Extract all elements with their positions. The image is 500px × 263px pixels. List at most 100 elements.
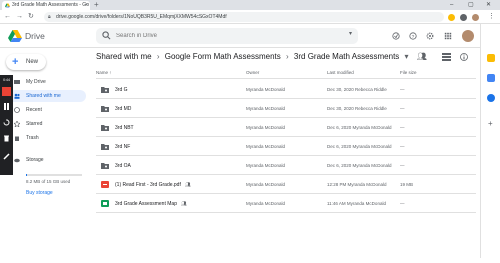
shared-people-icon[interactable]: 👥︎ (417, 48, 427, 66)
app-name[interactable]: Drive (25, 31, 45, 41)
search-bar[interactable]: ▾ (96, 28, 358, 44)
back-icon[interactable]: ← (4, 12, 11, 22)
record-stop-icon[interactable] (2, 87, 11, 96)
browser-tab-bar: 3rd Grade Math Assessments - Go × + – ▢ … (0, 0, 500, 10)
table-row[interactable]: 3rd MD Myranda McDonald Dec 30, 2020 Rebec… (96, 99, 476, 118)
storage-bar (26, 174, 82, 176)
help-icon[interactable]: ? (409, 32, 417, 40)
buy-storage-link[interactable]: Buy storage (26, 190, 53, 196)
calendar-icon[interactable] (487, 74, 495, 82)
file-name[interactable]: 3rd G (115, 87, 128, 93)
file-owner: Myranda McDonald (246, 87, 286, 92)
extension-icon[interactable] (448, 14, 455, 21)
shared-folder-icon (101, 144, 109, 150)
browser-toolbar: ← → ↻ 🔒︎ drive.google.com/drive/folders/… (0, 10, 500, 24)
pdf-icon (101, 181, 109, 188)
table-row[interactable]: 3rd OA Myranda McDonald Dec 6, 2020 Myrand… (96, 156, 476, 175)
storage-used-text: 8.2 MB of 15 GB used (26, 179, 71, 184)
sidebar-item-label: Shared with me (26, 93, 61, 99)
file-modified: Dec 6, 2020 Myranda McDonald (327, 144, 392, 149)
puzzle-icon[interactable] (460, 14, 467, 21)
file-size: — (400, 163, 405, 168)
delete-recording-icon[interactable] (3, 135, 10, 142)
search-icon[interactable] (102, 31, 111, 40)
chevron-down-icon[interactable]: ▾ (405, 48, 409, 66)
table-row[interactable]: 3rd NF Myranda McDonald Dec 6, 2020 Myrand… (96, 137, 476, 156)
avatar[interactable] (462, 30, 474, 42)
sort-arrow-icon[interactable]: ↑ (109, 70, 111, 75)
file-size: — (400, 201, 405, 206)
apps-grid-icon[interactable] (444, 32, 452, 40)
shared-folder-icon (101, 87, 109, 93)
file-size: — (400, 106, 405, 111)
recording-timer: 0:44 (3, 78, 10, 82)
file-name[interactable]: (1) Read First - 3rd Grade.pdf (115, 182, 181, 188)
close-window-button[interactable]: ✕ (486, 0, 491, 10)
shared-folder-icon (101, 125, 109, 131)
breadcrumb-current-folder[interactable]: 3rd Grade Math Assessments (294, 48, 399, 66)
tasks-icon[interactable] (487, 94, 495, 102)
header-file-size[interactable]: File size (400, 70, 417, 75)
file-size: — (400, 125, 405, 130)
table-row[interactable]: 3rd G Myranda McDonald Dec 30, 2020 Rebecc… (96, 80, 476, 99)
menu-icon[interactable]: ⋮ (488, 12, 495, 22)
file-modified: 11:46 AM Myranda McDonald (327, 201, 386, 206)
shared-icon: 👥︎ (181, 201, 187, 206)
chevron-right-icon: › (156, 52, 160, 61)
search-input[interactable] (116, 28, 336, 44)
breadcrumb: Shared with me › Google Form Math Assess… (96, 48, 476, 66)
table-row[interactable]: 3rd NBT Myranda McDonald Dec 6, 2020 Myran… (96, 118, 476, 137)
sheets-icon (101, 200, 109, 207)
file-name[interactable]: 3rd Grade Assessment Map (115, 201, 177, 207)
shared-folder-icon (101, 163, 109, 169)
settings-icon[interactable] (426, 32, 434, 40)
reload-icon[interactable]: ↻ (28, 12, 34, 22)
minimize-button[interactable]: – (450, 0, 453, 10)
storage-fill (26, 174, 28, 176)
new-tab-button[interactable]: + (94, 0, 99, 10)
people-icon (14, 93, 20, 99)
svg-text:?: ? (412, 34, 415, 40)
keep-icon[interactable] (487, 54, 495, 62)
header-last-modified[interactable]: Last modified (327, 70, 354, 75)
drive-logo-icon[interactable] (8, 30, 22, 42)
list-view-icon[interactable] (442, 53, 451, 61)
recording-toolbar: 0:44 (0, 75, 13, 175)
clock-icon (14, 107, 20, 113)
shared-folder-icon (101, 106, 109, 112)
draw-icon[interactable] (3, 153, 10, 160)
file-name[interactable]: 3rd OA (115, 163, 131, 169)
info-icon[interactable] (460, 53, 468, 61)
plus-icon: + (12, 56, 19, 68)
table-row[interactable]: 3rd Grade Assessment Map 👥︎ Myranda McDona… (96, 194, 476, 213)
profile-icon[interactable] (472, 14, 479, 21)
header-name[interactable]: Name ↑ (96, 70, 112, 75)
maximize-button[interactable]: ▢ (468, 0, 474, 10)
pause-icon[interactable] (3, 103, 10, 110)
offline-icon[interactable] (392, 32, 400, 40)
file-name[interactable]: 3rd NF (115, 144, 130, 150)
tab-close-icon[interactable]: × (85, 1, 88, 10)
my-drive-icon (14, 80, 20, 84)
new-button[interactable]: + New (6, 54, 46, 70)
add-addon-icon[interactable]: + (488, 119, 493, 128)
drive-header: Drive ▾ ? (0, 24, 480, 48)
sidebar-item-label: Starred (26, 121, 43, 127)
address-bar[interactable]: 🔒︎ drive.google.com/drive/folders/1NoUQB… (44, 12, 444, 22)
forward-icon[interactable]: → (16, 12, 23, 22)
file-modified: Dec 30, 2020 Rebecca Riddle (327, 106, 387, 111)
url-text: drive.google.com/drive/folders/1NoUQB3R5… (56, 14, 227, 20)
breadcrumb-parent-folder[interactable]: Google Form Math Assessments (165, 48, 281, 66)
header-owner[interactable]: Owner (246, 70, 259, 75)
browser-tab[interactable]: 3rd Grade Math Assessments - Go × (2, 1, 90, 10)
breadcrumb-shared-with-me[interactable]: Shared with me (96, 48, 152, 66)
file-name[interactable]: 3rd MD (115, 106, 131, 112)
search-options-icon[interactable]: ▾ (349, 30, 352, 37)
table-row[interactable]: (1) Read First - 3rd Grade.pdf 👥︎ Myranda … (96, 175, 476, 194)
file-name[interactable]: 3rd NBT (115, 125, 134, 131)
restart-icon[interactable] (3, 119, 10, 126)
cloud-icon (14, 158, 20, 163)
file-modified: Dec 6, 2020 Myranda McDonald (327, 125, 392, 130)
file-size: — (400, 87, 405, 92)
file-list-header: Name ↑ Owner Last modified File size (96, 67, 476, 79)
